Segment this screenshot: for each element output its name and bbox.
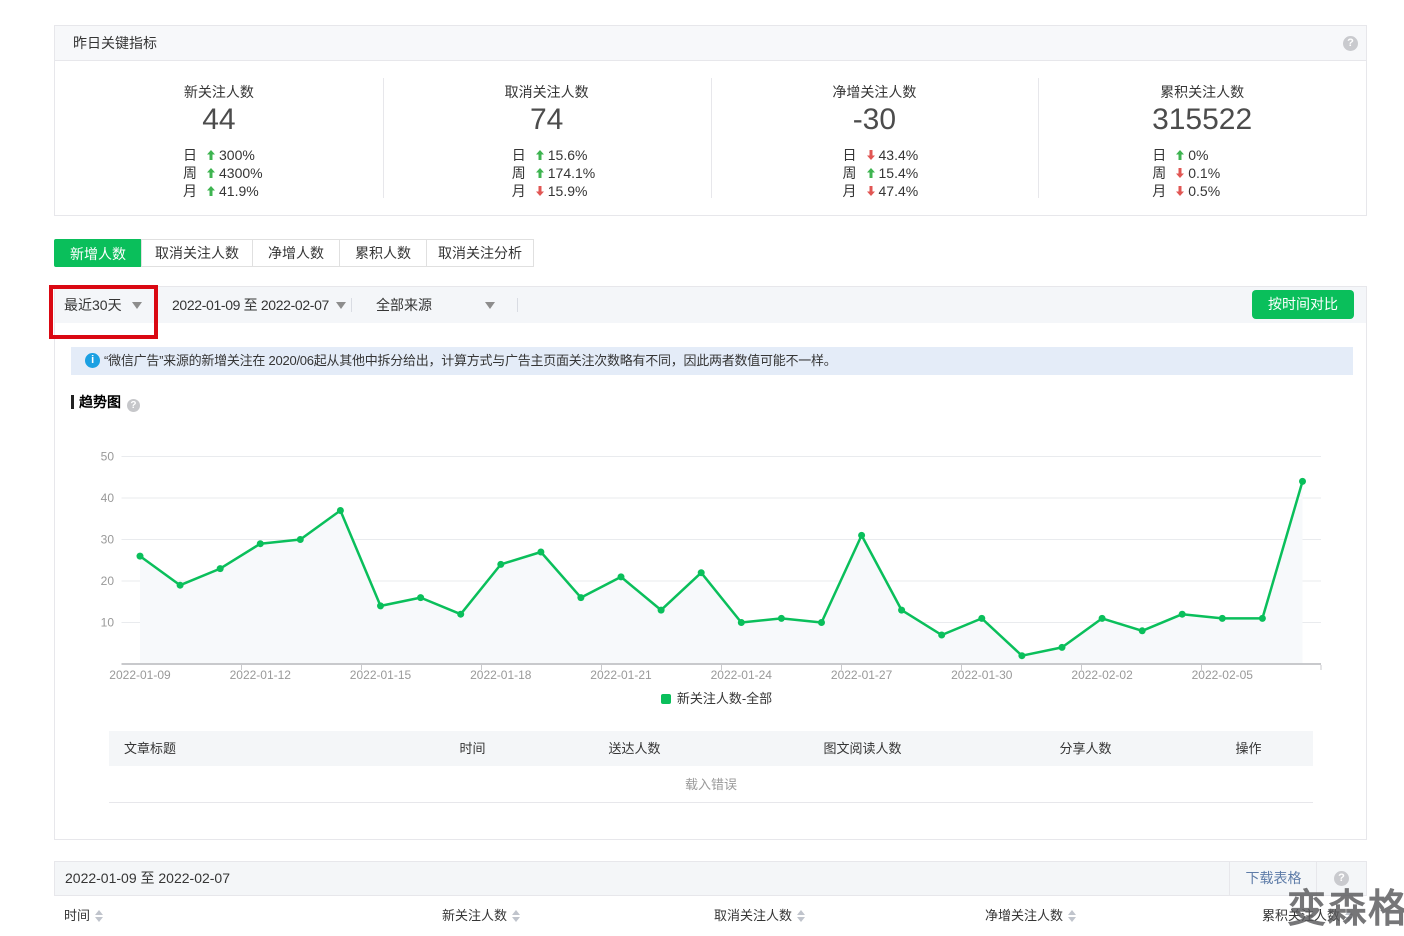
svg-text:2022-01-12: 2022-01-12 — [230, 668, 292, 682]
svg-text:30: 30 — [101, 533, 115, 547]
svg-text:2022-01-24: 2022-01-24 — [711, 668, 773, 682]
svg-text:2022-01-09: 2022-01-09 — [109, 668, 171, 682]
svg-text:40: 40 — [101, 491, 115, 505]
svg-text:2022-02-02: 2022-02-02 — [1071, 668, 1133, 682]
svg-text:2022-01-21: 2022-01-21 — [590, 668, 652, 682]
svg-text:2022-01-30: 2022-01-30 — [951, 668, 1013, 682]
svg-text:2022-02-05: 2022-02-05 — [1192, 668, 1254, 682]
svg-text:2022-01-15: 2022-01-15 — [350, 668, 412, 682]
svg-text:20: 20 — [101, 574, 115, 588]
svg-text:50: 50 — [101, 450, 115, 464]
svg-text:10: 10 — [101, 616, 115, 630]
svg-text:2022-01-18: 2022-01-18 — [470, 668, 532, 682]
svg-text:2022-01-27: 2022-01-27 — [831, 668, 893, 682]
